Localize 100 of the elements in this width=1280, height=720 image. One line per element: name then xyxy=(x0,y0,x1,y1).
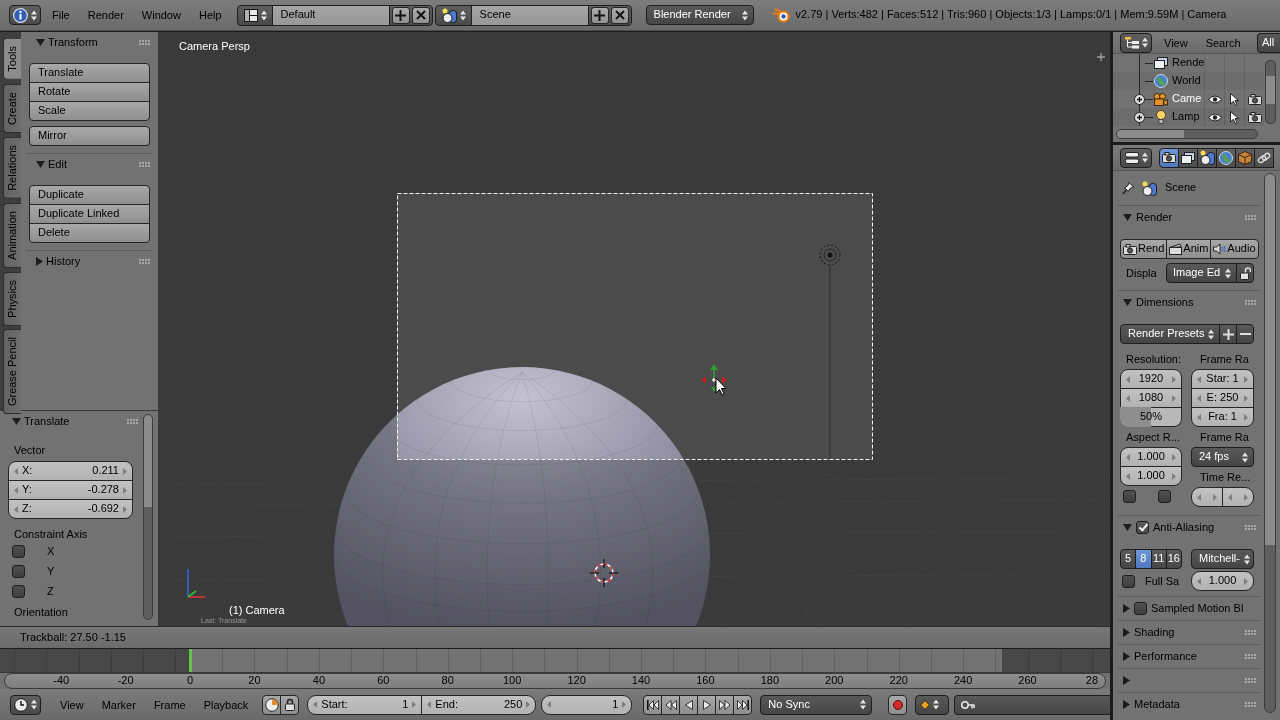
tool-button[interactable]: Scale xyxy=(29,101,150,121)
camera-icon[interactable] xyxy=(1247,93,1262,105)
camera-frame[interactable] xyxy=(397,193,873,460)
number-field[interactable]: 1.000 xyxy=(1191,571,1254,591)
context-tab[interactable] xyxy=(1197,147,1217,168)
render-engine-dropdown[interactable]: Blender Render xyxy=(645,5,754,25)
tool-shelf-tab[interactable]: Grease Pencil xyxy=(3,329,21,415)
screen-layout-selector[interactable]: Default xyxy=(236,4,433,26)
triangle-down-icon[interactable] xyxy=(12,418,21,425)
menu-item[interactable]: Frame xyxy=(144,694,195,715)
context-tab[interactable] xyxy=(1159,147,1179,168)
menu-item[interactable]: Window xyxy=(132,5,190,25)
menu-item[interactable]: Render xyxy=(78,5,133,25)
number-field[interactable]: Fra: 1 xyxy=(1191,407,1254,427)
triangle-right-icon[interactable] xyxy=(1123,604,1130,613)
grip-icon[interactable] xyxy=(139,162,150,167)
tool-button[interactable]: Delete xyxy=(29,223,150,243)
editor-type-button[interactable] xyxy=(1120,147,1152,168)
screen-layout-name-field[interactable]: Default xyxy=(271,5,390,25)
menu-item[interactable]: File xyxy=(43,5,79,25)
percentage-slider[interactable]: 50% xyxy=(1120,407,1182,427)
render-button[interactable]: Anim xyxy=(1166,239,1212,259)
start-frame-field[interactable]: Start: 1 xyxy=(307,694,423,715)
outliner-item[interactable]: World xyxy=(1172,74,1204,88)
panel-title[interactable]: Anti-Aliasing xyxy=(1153,520,1215,535)
playback-button[interactable] xyxy=(733,694,753,715)
sphere-mesh[interactable] xyxy=(333,367,711,626)
number-field[interactable] xyxy=(1222,487,1254,507)
menu-item[interactable]: Playback xyxy=(194,694,258,715)
frame-rate-dropdown[interactable]: 24 fps xyxy=(1191,447,1254,467)
tool-shelf-tab[interactable]: Animation xyxy=(3,202,21,268)
context-tab[interactable] xyxy=(1216,147,1236,168)
triangle-right-icon[interactable] xyxy=(1123,676,1130,685)
scene-name-field[interactable]: Scene xyxy=(470,5,589,25)
render-button[interactable]: Audio xyxy=(1210,239,1259,259)
current-frame-marker[interactable] xyxy=(189,649,192,672)
sync-dropdown[interactable]: No Sync xyxy=(760,694,873,715)
grip-icon[interactable] xyxy=(1245,702,1256,707)
context-tab[interactable] xyxy=(1254,147,1274,168)
scene-selector[interactable]: Scene xyxy=(434,4,632,26)
lock-button[interactable] xyxy=(1236,263,1254,283)
editor-type-button[interactable] xyxy=(10,694,41,715)
panel-title[interactable]: Transform xyxy=(48,35,98,50)
grip-icon[interactable] xyxy=(139,40,150,45)
transform-manipulator[interactable] xyxy=(701,364,727,392)
pointer-icon[interactable] xyxy=(1230,92,1239,106)
eye-icon[interactable] xyxy=(1207,112,1222,122)
panel-title[interactable]: Render xyxy=(1136,210,1173,225)
number-field[interactable]: Y: -0.278 xyxy=(8,480,133,500)
playback-button[interactable] xyxy=(715,694,735,715)
checkbox[interactable] xyxy=(1136,521,1149,534)
outliner-item[interactable]: Came xyxy=(1172,92,1204,106)
plus-circle-icon[interactable] xyxy=(1133,111,1145,123)
tool-shelf-tab[interactable]: Physics xyxy=(3,271,21,326)
panel-title[interactable]: Edit xyxy=(48,157,67,172)
triangle-down-icon[interactable] xyxy=(36,161,45,168)
checkbox[interactable] xyxy=(12,544,25,558)
panel-title[interactable]: Translate xyxy=(24,414,70,429)
render-button[interactable]: Rend xyxy=(1120,239,1168,259)
editor-type-button[interactable] xyxy=(1120,32,1152,53)
grip-icon[interactable] xyxy=(127,419,138,424)
menu-item[interactable]: View xyxy=(51,694,93,715)
checkbox[interactable] xyxy=(1134,602,1147,615)
grip-icon[interactable] xyxy=(1245,630,1256,635)
remove-preset-button[interactable] xyxy=(1236,324,1254,344)
delete-button[interactable] xyxy=(610,6,629,24)
number-field[interactable]: X: 0.211 xyxy=(8,461,133,481)
add-button[interactable] xyxy=(391,6,410,24)
menu-item[interactable]: Search xyxy=(1196,32,1250,53)
camera-icon[interactable] xyxy=(1247,111,1262,123)
panel-title[interactable]: Performance xyxy=(1134,649,1197,664)
checkbox[interactable] xyxy=(1122,574,1135,588)
number-field[interactable]: Star: 1 xyxy=(1191,369,1254,389)
playback-button[interactable] xyxy=(643,694,663,715)
outliner-item[interactable]: Lamp xyxy=(1172,110,1204,124)
checkbox[interactable] xyxy=(1123,490,1136,503)
menu-item[interactable]: Help xyxy=(189,5,231,25)
timeline-track[interactable] xyxy=(0,649,1110,673)
grip-icon[interactable] xyxy=(1245,654,1256,659)
display-dropdown[interactable]: Image Ed xyxy=(1166,263,1237,283)
lock-button[interactable] xyxy=(280,694,300,715)
add-preset-button[interactable] xyxy=(1219,324,1238,344)
sample-count-button[interactable]: 5 xyxy=(1120,549,1137,569)
tool-shelf-tab[interactable]: Create xyxy=(3,83,21,133)
triangle-right-icon[interactable] xyxy=(1123,700,1130,709)
panel-title[interactable]: History xyxy=(46,254,81,269)
playback-button[interactable] xyxy=(697,694,717,715)
grip-icon[interactable] xyxy=(1245,678,1256,683)
plus-icon[interactable] xyxy=(1096,52,1106,62)
add-button[interactable] xyxy=(590,6,609,24)
presets-dropdown[interactable]: Render Presets xyxy=(1120,324,1221,344)
number-field[interactable]: 1080 xyxy=(1120,388,1182,408)
number-field[interactable]: 1920 xyxy=(1120,369,1182,389)
triangle-right-icon[interactable] xyxy=(36,257,43,266)
triangle-down-icon[interactable] xyxy=(1123,299,1132,306)
preview-range-button[interactable] xyxy=(262,694,282,715)
number-field[interactable]: 1.000 xyxy=(1120,447,1182,467)
tool-button[interactable]: Mirror xyxy=(29,126,150,146)
grip-icon[interactable] xyxy=(1245,525,1256,530)
triangle-down-icon[interactable] xyxy=(36,39,45,46)
